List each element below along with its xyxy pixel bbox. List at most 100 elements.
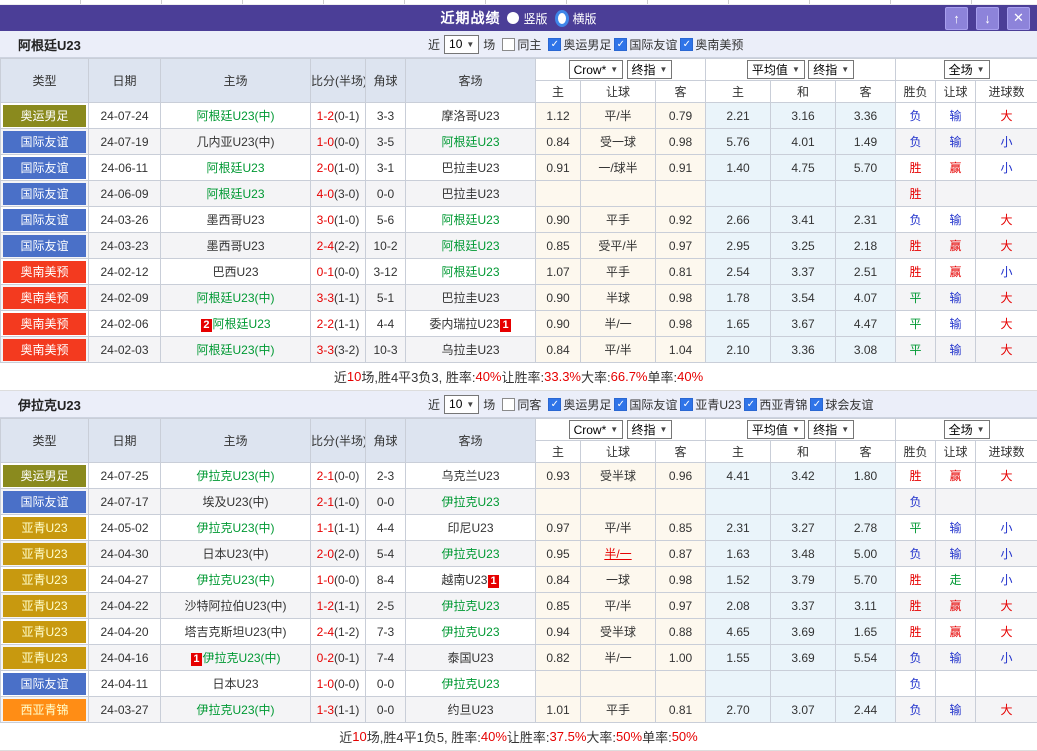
avg-draw: 3.48 bbox=[771, 541, 836, 567]
same-venue-checkbox[interactable]: ✓ bbox=[502, 38, 515, 51]
sub-handicap-result: 让球 bbox=[936, 441, 976, 463]
avg-final-select[interactable]: 终指▼ bbox=[808, 420, 854, 439]
match-type: 国际友谊 bbox=[1, 181, 89, 207]
odds-home: 0.90 bbox=[536, 207, 581, 233]
away-team: 伊拉克U23 bbox=[406, 541, 536, 567]
sub-avg-draw: 和 bbox=[771, 441, 836, 463]
sub-goals: 进球数 bbox=[976, 441, 1037, 463]
summary-text: 40% bbox=[481, 729, 507, 744]
match-date: 24-07-19 bbox=[89, 129, 161, 155]
competition-label: 奥运男足 bbox=[563, 396, 611, 413]
avg-draw: 3.41 bbox=[771, 207, 836, 233]
home-team: 墨西哥U23 bbox=[161, 207, 311, 233]
result-outcome: 负 bbox=[896, 489, 936, 515]
move-down-button[interactable]: ↓ bbox=[976, 7, 999, 30]
odds-handicap: 半/一 bbox=[581, 645, 656, 671]
sub-handicap-result: 让球 bbox=[936, 81, 976, 103]
move-up-button[interactable]: ↑ bbox=[945, 7, 968, 30]
competition-checkbox[interactable]: ✓ bbox=[680, 38, 693, 51]
col-home: 主场 bbox=[161, 59, 311, 103]
match-date: 24-02-09 bbox=[89, 285, 161, 311]
avg-home: 2.70 bbox=[706, 697, 771, 723]
result-goals: 小 bbox=[976, 155, 1037, 181]
odds-handicap: 平/半 bbox=[581, 103, 656, 129]
odds-away: 0.98 bbox=[656, 129, 706, 155]
odds-away: 0.91 bbox=[656, 155, 706, 181]
competition-checkbox[interactable]: ✓ bbox=[810, 398, 823, 411]
match-row: 亚青U2324-04-161伊拉克U23(中)0-2(0-1)7-4泰国U230… bbox=[1, 645, 1037, 671]
odds-home: 0.85 bbox=[536, 593, 581, 619]
home-team: 阿根廷U23(中) bbox=[161, 337, 311, 363]
match-row: 亚青U2324-05-02伊拉克U23(中)1-1(1-1)4-4印尼U230.… bbox=[1, 515, 1037, 541]
match-date: 24-03-26 bbox=[89, 207, 161, 233]
avg-select[interactable]: 平均值▼ bbox=[747, 420, 805, 439]
competition-checkbox[interactable]: ✓ bbox=[614, 398, 627, 411]
home-team: 沙特阿拉伯U23(中) bbox=[161, 593, 311, 619]
competition-checkbox[interactable]: ✓ bbox=[680, 398, 693, 411]
match-count-select[interactable]: 10▼ bbox=[444, 395, 479, 414]
odds-away: 0.98 bbox=[656, 311, 706, 337]
match-type: 国际友谊 bbox=[1, 233, 89, 259]
match-score: 1-0(0-0) bbox=[311, 671, 366, 697]
close-button[interactable]: ✕ bbox=[1007, 7, 1030, 30]
competition-checkbox[interactable]: ✓ bbox=[548, 398, 561, 411]
match-score: 3-0(1-0) bbox=[311, 207, 366, 233]
result-handicap bbox=[936, 181, 976, 207]
odds-source-select[interactable]: Crow*▼ bbox=[569, 420, 624, 439]
avg-draw: 3.37 bbox=[771, 259, 836, 285]
full-match-select[interactable]: 全场▼ bbox=[944, 60, 990, 79]
match-type: 奥运男足 bbox=[1, 463, 89, 489]
avg-home: 5.76 bbox=[706, 129, 771, 155]
odds-handicap: 平/半 bbox=[581, 593, 656, 619]
layout-horizontal-radio[interactable]: 横版 bbox=[555, 10, 597, 27]
radio-icon[interactable] bbox=[507, 12, 519, 24]
avg-dropdown-cell: 平均值▼ 终指▼ bbox=[706, 59, 896, 81]
sub-outcome: 胜负 bbox=[896, 441, 936, 463]
result-handicap: 赢 bbox=[936, 593, 976, 619]
odds-source-select[interactable]: Crow*▼ bbox=[569, 60, 624, 79]
sub-goals: 进球数 bbox=[976, 81, 1037, 103]
home-team: 伊拉克U23(中) bbox=[161, 463, 311, 489]
odds-handicap: 平手 bbox=[581, 697, 656, 723]
avg-home bbox=[706, 181, 771, 207]
competition-checkbox[interactable]: ✓ bbox=[548, 38, 561, 51]
result-goals: 大 bbox=[976, 233, 1037, 259]
full-match-select[interactable]: 全场▼ bbox=[944, 420, 990, 439]
avg-final-select[interactable]: 终指▼ bbox=[808, 60, 854, 79]
avg-select[interactable]: 平均值▼ bbox=[747, 60, 805, 79]
result-outcome: 平 bbox=[896, 515, 936, 541]
odds-home bbox=[536, 181, 581, 207]
corner-score: 0-0 bbox=[366, 671, 406, 697]
summary-argentina: 近10场,胜4平3负3, 胜率:40% 让胜率:33.3% 大率:66.7% 单… bbox=[0, 363, 1037, 391]
avg-home: 4.65 bbox=[706, 619, 771, 645]
same-venue-checkbox[interactable]: ✓ bbox=[502, 398, 515, 411]
odds-home: 0.84 bbox=[536, 129, 581, 155]
competition-checkbox[interactable]: ✓ bbox=[614, 38, 627, 51]
radio-selected-icon[interactable] bbox=[555, 10, 569, 27]
match-type: 奥南美预 bbox=[1, 337, 89, 363]
odds-final-select[interactable]: 终指▼ bbox=[627, 420, 673, 439]
match-row: 亚青U2324-04-30日本U23(中)2-0(2-0)5-4伊拉克U230.… bbox=[1, 541, 1037, 567]
home-team: 几内亚U23(中) bbox=[161, 129, 311, 155]
match-count-select[interactable]: 10▼ bbox=[444, 35, 479, 54]
competition-checkbox[interactable]: ✓ bbox=[744, 398, 757, 411]
away-team: 阿根廷U23 bbox=[406, 233, 536, 259]
odds-final-select[interactable]: 终指▼ bbox=[627, 60, 673, 79]
layout-vertical-radio[interactable]: 竖版 bbox=[507, 10, 547, 27]
match-date: 24-06-11 bbox=[89, 155, 161, 181]
summary-text: 近 bbox=[334, 367, 347, 386]
odds-handicap bbox=[581, 671, 656, 697]
odds-handicap: 半/一 bbox=[581, 311, 656, 337]
match-row: 亚青U2324-04-22沙特阿拉伯U23(中)1-2(1-1)2-5伊拉克U2… bbox=[1, 593, 1037, 619]
result-outcome: 胜 bbox=[896, 593, 936, 619]
result-outcome: 负 bbox=[896, 671, 936, 697]
avg-draw: 4.01 bbox=[771, 129, 836, 155]
avg-home: 2.31 bbox=[706, 515, 771, 541]
corner-score: 3-3 bbox=[366, 103, 406, 129]
home-team: 日本U23 bbox=[161, 671, 311, 697]
result-outcome: 负 bbox=[896, 207, 936, 233]
avg-away bbox=[836, 181, 896, 207]
match-score: 2-4(1-2) bbox=[311, 619, 366, 645]
result-outcome: 胜 bbox=[896, 181, 936, 207]
away-team: 阿根廷U23 bbox=[406, 129, 536, 155]
